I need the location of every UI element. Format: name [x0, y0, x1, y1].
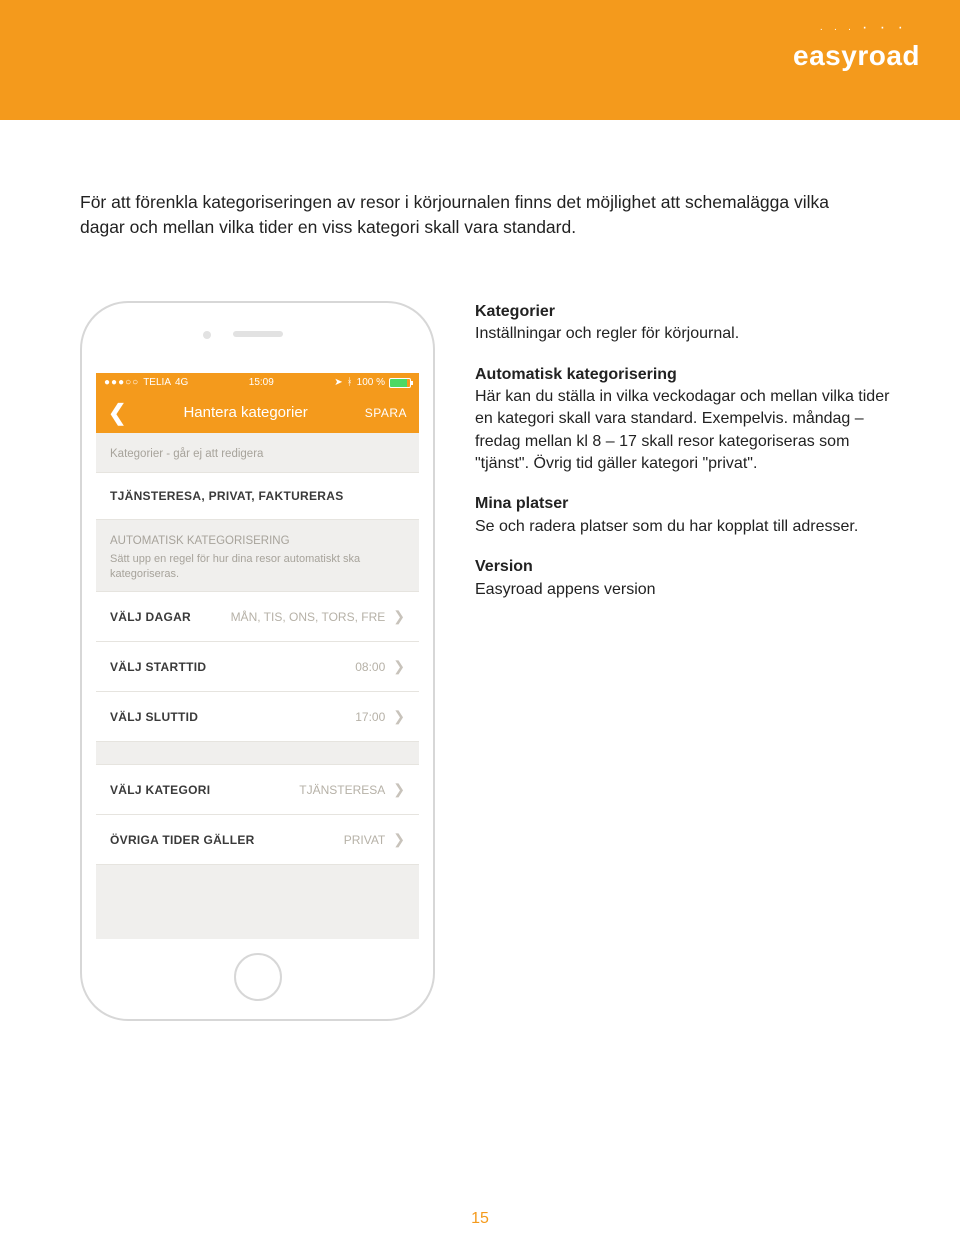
def-kategorier: Kategorier Inställningar och regler för …: [475, 301, 890, 346]
row-select-starttime[interactable]: VÄLJ STARTTID 08:00 ❯: [96, 642, 419, 692]
other-value: PRIVAT: [344, 833, 386, 847]
other-label: ÖVRIGA TIDER GÄLLER: [110, 833, 255, 847]
row-categories-readonly: TJÄNSTERESA, PRIVAT, FAKTURERAS: [96, 472, 419, 520]
def-body: Easyroad appens version: [475, 579, 890, 601]
phone-screen: ●●●○○ TELIA 4G 15:09 ➤ ᚼ 100 % ❮ Hant: [96, 373, 419, 939]
phone-home-button[interactable]: [234, 953, 282, 1001]
phone-mockup: ●●●○○ TELIA 4G 15:09 ➤ ᚼ 100 % ❮ Hant: [80, 301, 435, 1021]
days-label: VÄLJ DAGAR: [110, 610, 191, 624]
nav-bar: ❮ Hantera kategorier SPARA: [96, 393, 419, 433]
phone-camera-icon: [203, 331, 211, 339]
brand-name: easyroad: [793, 40, 920, 72]
category-label: VÄLJ KATEGORI: [110, 783, 210, 797]
page-number: 15: [471, 1210, 489, 1228]
carrier-label: TELIA: [143, 377, 171, 388]
end-label: VÄLJ SLUTTID: [110, 710, 198, 724]
row-select-endtime[interactable]: VÄLJ SLUTTID 17:00 ❯: [96, 692, 419, 742]
brand-logo: · · · · · · easyroad: [793, 20, 920, 72]
main-row: ●●●○○ TELIA 4G 15:09 ➤ ᚼ 100 % ❮ Hant: [80, 301, 890, 1021]
start-value: 08:00: [355, 660, 385, 674]
status-left: ●●●○○ TELIA 4G: [104, 377, 188, 388]
section-auto-sub: Sätt upp en regel för hur dina resor aut…: [110, 552, 405, 582]
days-value: MÅN, TIS, ONS, TORS, FRE: [231, 610, 386, 624]
chevron-right-icon: ❯: [393, 831, 405, 848]
row-select-days[interactable]: VÄLJ DAGAR MÅN, TIS, ONS, TORS, FRE ❯: [96, 591, 419, 642]
nav-title: Hantera kategorier: [183, 404, 307, 421]
battery-pct: 100 %: [357, 377, 385, 388]
def-title: Mina platser: [475, 493, 890, 515]
header-band: · · · · · · easyroad: [0, 0, 960, 120]
battery-icon: [389, 378, 411, 388]
def-title: Automatisk kategorisering: [475, 364, 890, 386]
end-value: 17:00: [355, 710, 385, 724]
bluetooth-icon: ᚼ: [347, 377, 353, 388]
def-mina-platser: Mina platser Se och radera platser som d…: [475, 493, 890, 538]
location-icon: ➤: [334, 377, 342, 388]
logo-dots-icon: · · · · · ·: [793, 20, 920, 36]
section-label-auto: AUTOMATISK KATEGORISERING Sätt upp en re…: [96, 520, 419, 591]
start-label: VÄLJ STARTTID: [110, 660, 206, 674]
back-button[interactable]: ❮: [108, 400, 126, 426]
chevron-right-icon: ❯: [393, 658, 405, 675]
def-auto-kategorisering: Automatisk kategorisering Här kan du stä…: [475, 364, 890, 476]
section-auto-title: AUTOMATISK KATEGORISERING: [110, 535, 290, 547]
section-label-categories: Kategorier - går ej att redigera: [96, 433, 419, 473]
chevron-right-icon: ❯: [393, 781, 405, 798]
intro-paragraph: För att förenkla kategoriseringen av res…: [80, 190, 840, 241]
categories-value: TJÄNSTERESA, PRIVAT, FAKTURERAS: [110, 489, 344, 503]
signal-icon: ●●●○○: [104, 377, 139, 388]
def-body: Inställningar och regler för körjournal.: [475, 323, 890, 345]
page-content: För att förenkla kategoriseringen av res…: [0, 120, 960, 1021]
network-label: 4G: [175, 377, 188, 388]
def-version: Version Easyroad appens version: [475, 556, 890, 601]
def-title: Kategorier: [475, 301, 890, 323]
status-bar: ●●●○○ TELIA 4G 15:09 ➤ ᚼ 100 %: [96, 373, 419, 393]
spacer: [96, 742, 419, 764]
definitions-column: Kategorier Inställningar och regler för …: [475, 301, 890, 1021]
save-button[interactable]: SPARA: [365, 406, 407, 420]
chevron-right-icon: ❯: [393, 708, 405, 725]
def-body: Se och radera platser som du har kopplat…: [475, 516, 890, 538]
def-body: Här kan du ställa in vilka veckodagar oc…: [475, 386, 890, 476]
status-right: ➤ ᚼ 100 %: [334, 377, 411, 388]
row-other-times[interactable]: ÖVRIGA TIDER GÄLLER PRIVAT ❯: [96, 815, 419, 865]
chevron-right-icon: ❯: [393, 608, 405, 625]
category-value: TJÄNSTERESA: [299, 783, 385, 797]
phone-speaker-icon: [233, 331, 283, 337]
def-title: Version: [475, 556, 890, 578]
row-select-category[interactable]: VÄLJ KATEGORI TJÄNSTERESA ❯: [96, 764, 419, 815]
status-time: 15:09: [249, 377, 274, 388]
